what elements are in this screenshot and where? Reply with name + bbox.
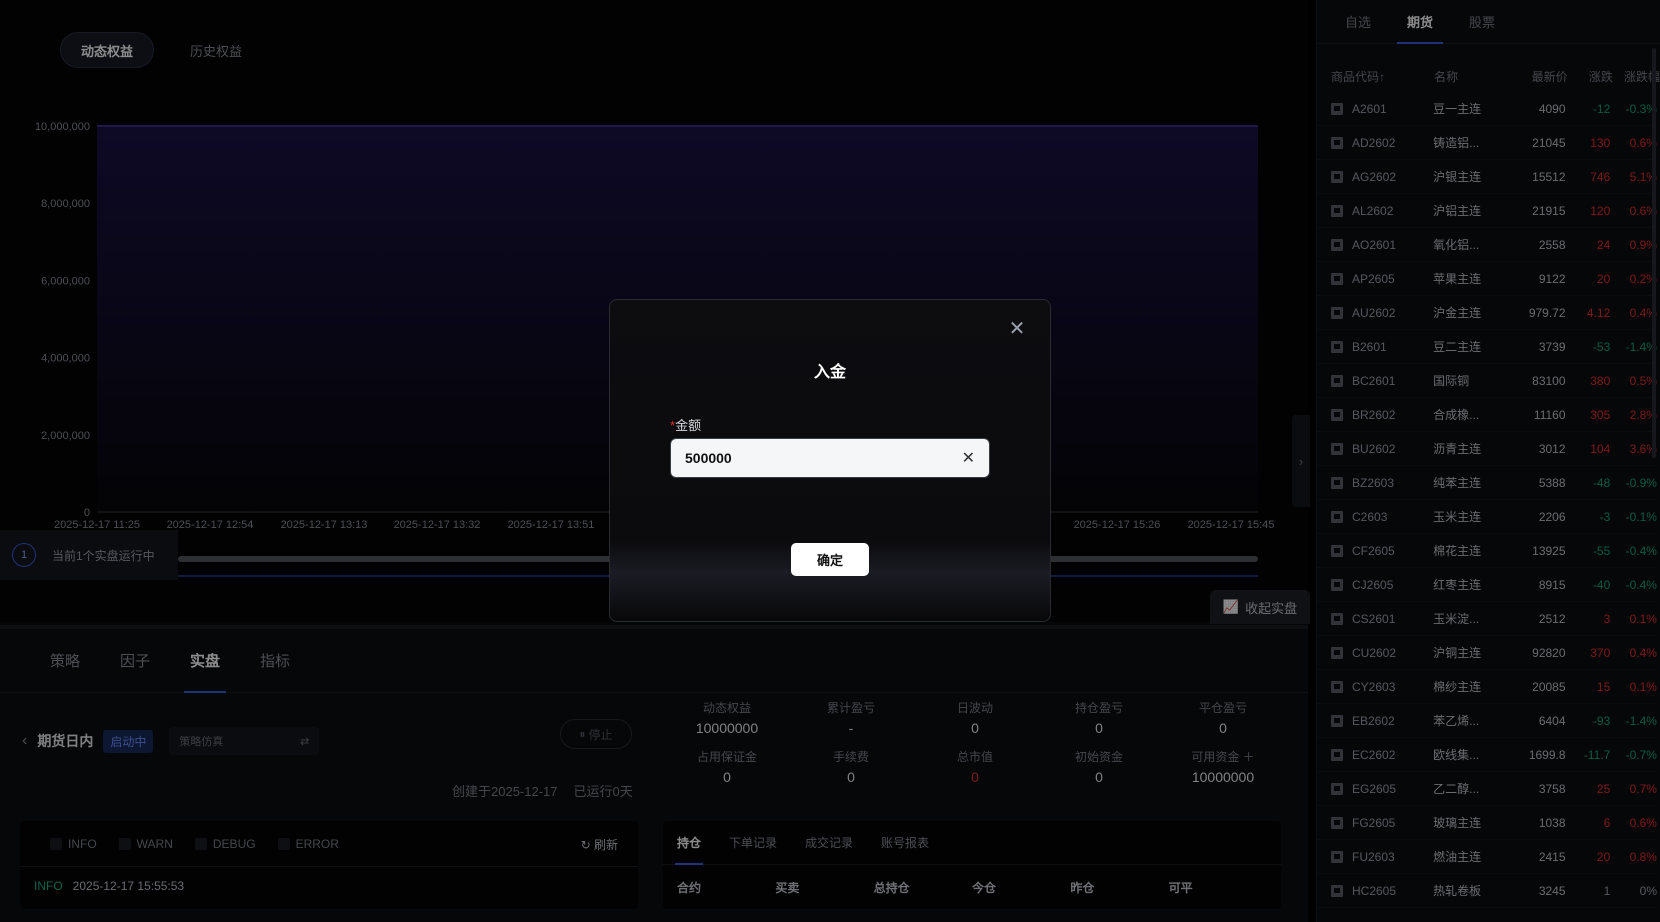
amount-label: *金额 [670,415,701,434]
close-icon[interactable]: ✕ [1006,318,1028,340]
modal-title: 入金 [813,364,846,381]
amount-value: 500000 [685,450,732,466]
clear-icon[interactable]: ✕ [962,448,975,468]
amount-label-text: 金额 [675,418,702,433]
confirm-button[interactable]: 确定 [791,543,869,576]
deposit-modal: ✕ 入金 *金额 500000 ✕ 确定 [609,299,1051,622]
amount-input[interactable]: 500000 ✕ [670,438,990,478]
